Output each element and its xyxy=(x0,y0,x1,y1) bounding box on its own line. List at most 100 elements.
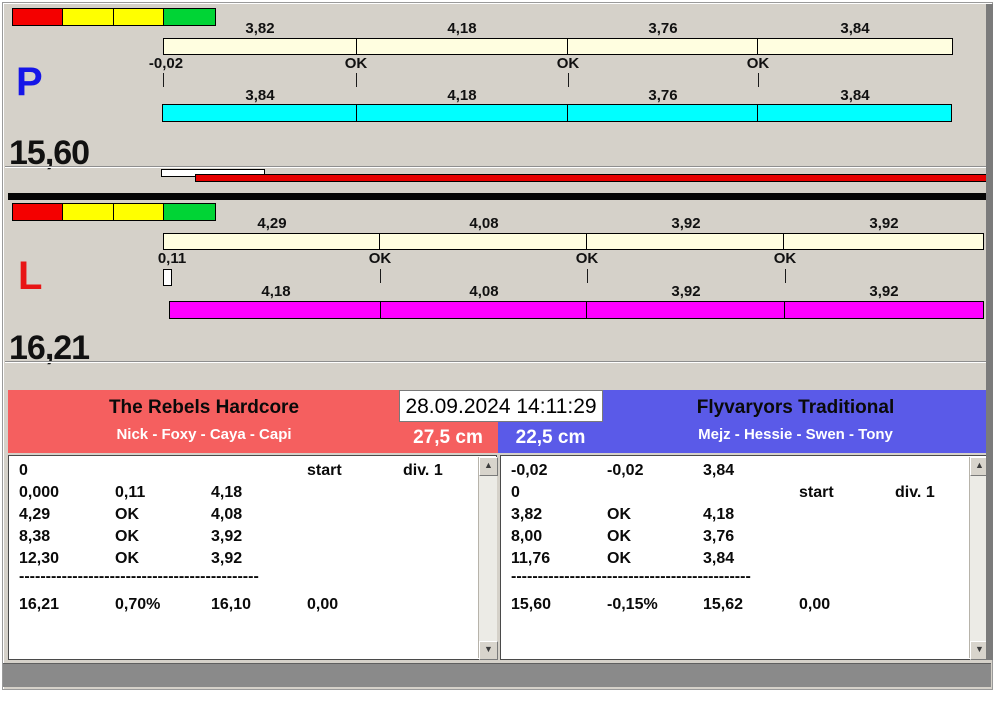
table-cell: div. 1 xyxy=(895,484,935,501)
table-total-cell: 16,10 xyxy=(211,596,252,613)
table-cell: OK xyxy=(115,528,139,545)
l-reference-bar xyxy=(163,233,984,250)
p-start-offset-label: -0,02 xyxy=(148,55,184,72)
table-cell: -0,02 xyxy=(511,462,548,479)
p-top-value-label: 3,84 xyxy=(840,20,870,37)
p-tick-mark xyxy=(163,73,164,87)
table-cell: OK xyxy=(607,506,631,523)
table-cell: 0,11 xyxy=(115,484,146,501)
p-result-bar-segment xyxy=(163,105,357,121)
l-reference-bar-segment xyxy=(587,234,785,249)
l-tick-mark xyxy=(785,269,786,283)
p-result-bar-segment xyxy=(758,105,952,121)
l-bottom-value-label: 3,92 xyxy=(671,283,701,300)
l-ok-label: OK xyxy=(575,250,599,267)
left-team-measure: 27,5 cm xyxy=(413,427,483,448)
table-cell: 4,18 xyxy=(703,506,735,523)
l-reference-bar-segment xyxy=(380,234,587,249)
l-tick-mark xyxy=(587,269,588,283)
traffic-green-segment xyxy=(163,204,215,220)
table-divider: ----------------------------------------… xyxy=(511,568,751,585)
table-cell: 4,08 xyxy=(211,506,243,523)
table-cell: 0 xyxy=(19,462,28,479)
p-top-value-label: 3,76 xyxy=(648,20,678,37)
table-cell: 8,00 xyxy=(511,528,543,545)
p-reference-bar-segment xyxy=(357,39,568,54)
l-bottom-value-label: 4,18 xyxy=(261,283,291,300)
scroll-up-button[interactable]: ▲ xyxy=(479,457,498,476)
p-tick-mark xyxy=(568,73,569,87)
table-cell: div. 1 xyxy=(403,462,443,479)
l-bottom-value-label: 3,92 xyxy=(869,283,899,300)
l-panel-letter: L xyxy=(18,254,43,298)
l-bottom-value-label: 4,08 xyxy=(469,283,499,300)
table-cell: OK xyxy=(607,550,631,567)
table-cell: 0 xyxy=(511,484,520,501)
right-team-crew: Mejz - Hessie - Swen - Tony xyxy=(698,426,893,443)
table-cell: 3,76 xyxy=(703,528,735,545)
p-tick-mark xyxy=(758,73,759,87)
left-team-name: The Rebels Hardcore xyxy=(108,397,300,418)
table-cell: 3,82 xyxy=(511,506,543,523)
table-cell: OK xyxy=(115,506,139,523)
l-ok-label: OK xyxy=(773,250,797,267)
table-cell: 0,000 xyxy=(19,484,60,501)
app-screen: P 3,82 4,18 3,76 3,84 -0,02 OK OK OK 3,8… xyxy=(0,0,995,716)
l-top-value-label: 4,29 xyxy=(257,215,287,232)
p-bottom-value-label: 3,84 xyxy=(245,87,275,104)
l-tick-mark xyxy=(380,269,381,283)
traffic-yellow-segment xyxy=(63,9,114,25)
p-reference-bar-segment xyxy=(164,39,357,54)
l-top-value-label: 4,08 xyxy=(469,215,499,232)
traffic-yellow-segment xyxy=(113,9,164,25)
left-team-table: 0 start div. 1 0,000 0,11 4,18 4,29 OK 4… xyxy=(8,455,498,660)
p-tick-mark xyxy=(356,73,357,87)
p-traffic-light-strip xyxy=(12,8,216,26)
l-ok-label: OK xyxy=(368,250,392,267)
p-ok-label: OK xyxy=(746,55,770,72)
traffic-yellow-segment xyxy=(63,204,114,220)
p-result-bar-segment xyxy=(357,105,568,121)
table-cell: 8,38 xyxy=(19,528,51,545)
table-cell: -0,02 xyxy=(607,462,644,479)
right-team-name: Flyvaryors Traditional xyxy=(696,397,895,418)
p-reference-bar-segment xyxy=(568,39,758,54)
traffic-red-segment xyxy=(13,204,64,220)
table-cell: start xyxy=(799,484,834,501)
l-panel-divider-line xyxy=(5,361,986,363)
l-top-value-label: 3,92 xyxy=(869,215,899,232)
table-cell: OK xyxy=(607,528,631,545)
status-bar xyxy=(3,663,991,687)
p-result-bar-segment xyxy=(568,105,758,121)
p-bottom-value-label: 4,18 xyxy=(447,87,477,104)
traffic-yellow-segment xyxy=(113,204,164,220)
l-start-offset-label: 0,11 xyxy=(157,250,187,267)
window-right-border xyxy=(986,4,993,660)
table-divider: ----------------------------------------… xyxy=(19,568,259,585)
panel-separator xyxy=(8,193,987,200)
p-ok-label: OK xyxy=(556,55,580,72)
table-cell: OK xyxy=(115,550,139,567)
table-total-cell: 15,62 xyxy=(703,596,744,613)
table-cell: 3,84 xyxy=(703,550,735,567)
table-total-cell: 0,00 xyxy=(307,596,339,613)
left-table-scrollbar[interactable]: ▲ ▼ xyxy=(478,457,498,660)
table-cell: start xyxy=(307,462,342,479)
table-total-cell: 0,70% xyxy=(115,596,161,613)
table-cell: 4,18 xyxy=(211,484,243,501)
table-total-cell: -0,15% xyxy=(607,596,658,613)
p-result-bar xyxy=(162,104,952,122)
p-ok-label: OK xyxy=(344,55,368,72)
l-result-bar-segment xyxy=(587,302,785,318)
l-result-bar xyxy=(169,301,984,319)
table-total-cell: 16,21 xyxy=(19,596,60,613)
table-total-cell: 15,60 xyxy=(511,596,552,613)
l-reference-bar-segment xyxy=(784,234,983,249)
table-total-cell: 0,00 xyxy=(799,596,831,613)
difference-bar-red xyxy=(195,174,987,182)
p-bottom-value-label: 3,84 xyxy=(840,87,870,104)
table-cell: 3,92 xyxy=(211,528,243,545)
scroll-down-button[interactable]: ▼ xyxy=(479,641,498,660)
l-result-bar-segment xyxy=(170,302,382,318)
table-cell: 11,76 xyxy=(511,550,551,567)
